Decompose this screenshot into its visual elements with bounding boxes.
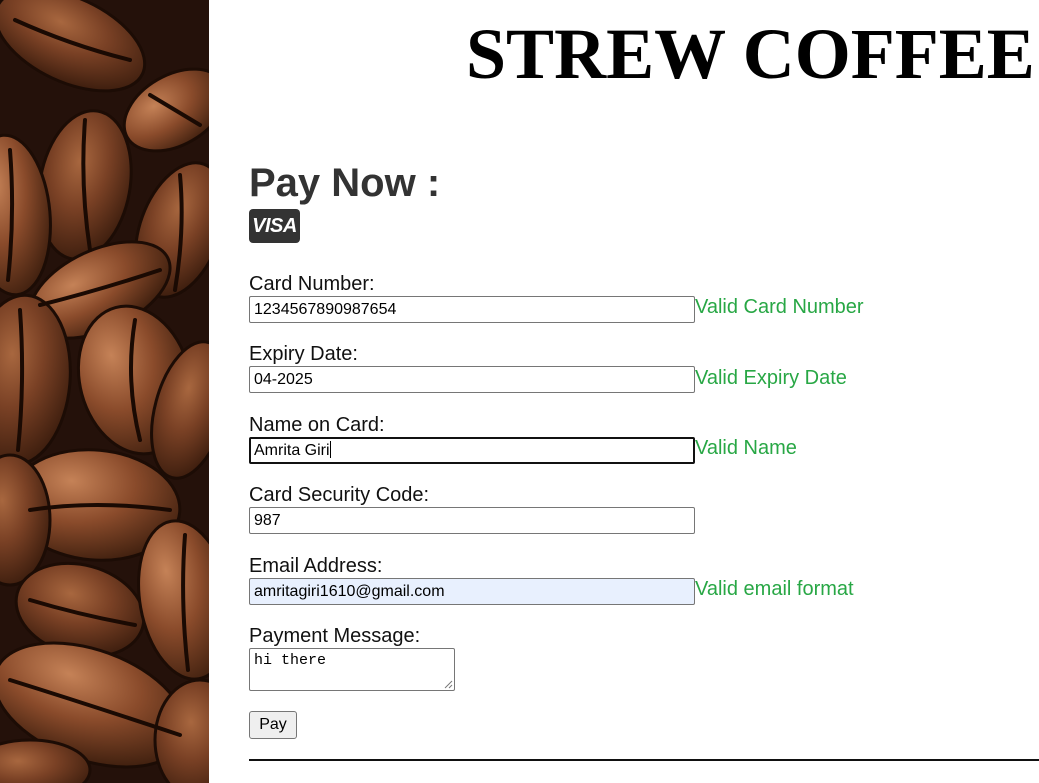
security-code-label: Card Security Code: (249, 484, 430, 506)
site-title: STREW COFFEE (466, 14, 1035, 94)
divider (249, 759, 1039, 761)
name-on-card-input[interactable]: Amrita Giri (249, 437, 695, 464)
text-caret (329, 441, 331, 458)
email-address-input[interactable]: amritagiri1610@gmail.com (249, 578, 695, 605)
resize-grip-icon[interactable] (444, 680, 453, 689)
pay-now-heading: Pay Now : (249, 161, 441, 205)
payment-message-label: Payment Message: (249, 625, 421, 647)
payment-page: STREW COFFEE Pay Now : VISA Card Number:… (0, 0, 1039, 783)
payment-message-textarea[interactable]: hi there (249, 648, 455, 691)
name-on-card-label: Name on Card: (249, 414, 385, 436)
expiry-date-input[interactable]: 04-2025 (249, 366, 695, 393)
payment-message-value: hi there (254, 652, 327, 669)
name-on-card-value: Amrita Giri (254, 442, 330, 459)
expiry-date-label: Expiry Date: (249, 343, 358, 365)
coffee-beans-image (0, 0, 209, 783)
security-code-input[interactable]: 987 (249, 507, 695, 534)
visa-logo-icon: VISA (249, 209, 300, 243)
email-valid-message: Valid email format (695, 578, 854, 600)
email-address-label: Email Address: (249, 555, 383, 577)
expiry-date-valid-message: Valid Expiry Date (695, 367, 847, 389)
card-number-valid-message: Valid Card Number (695, 296, 864, 318)
card-number-input[interactable]: 1234567890987654 (249, 296, 695, 323)
card-number-label: Card Number: (249, 273, 375, 295)
pay-button[interactable]: Pay (249, 711, 297, 739)
name-valid-message: Valid Name (695, 437, 797, 459)
